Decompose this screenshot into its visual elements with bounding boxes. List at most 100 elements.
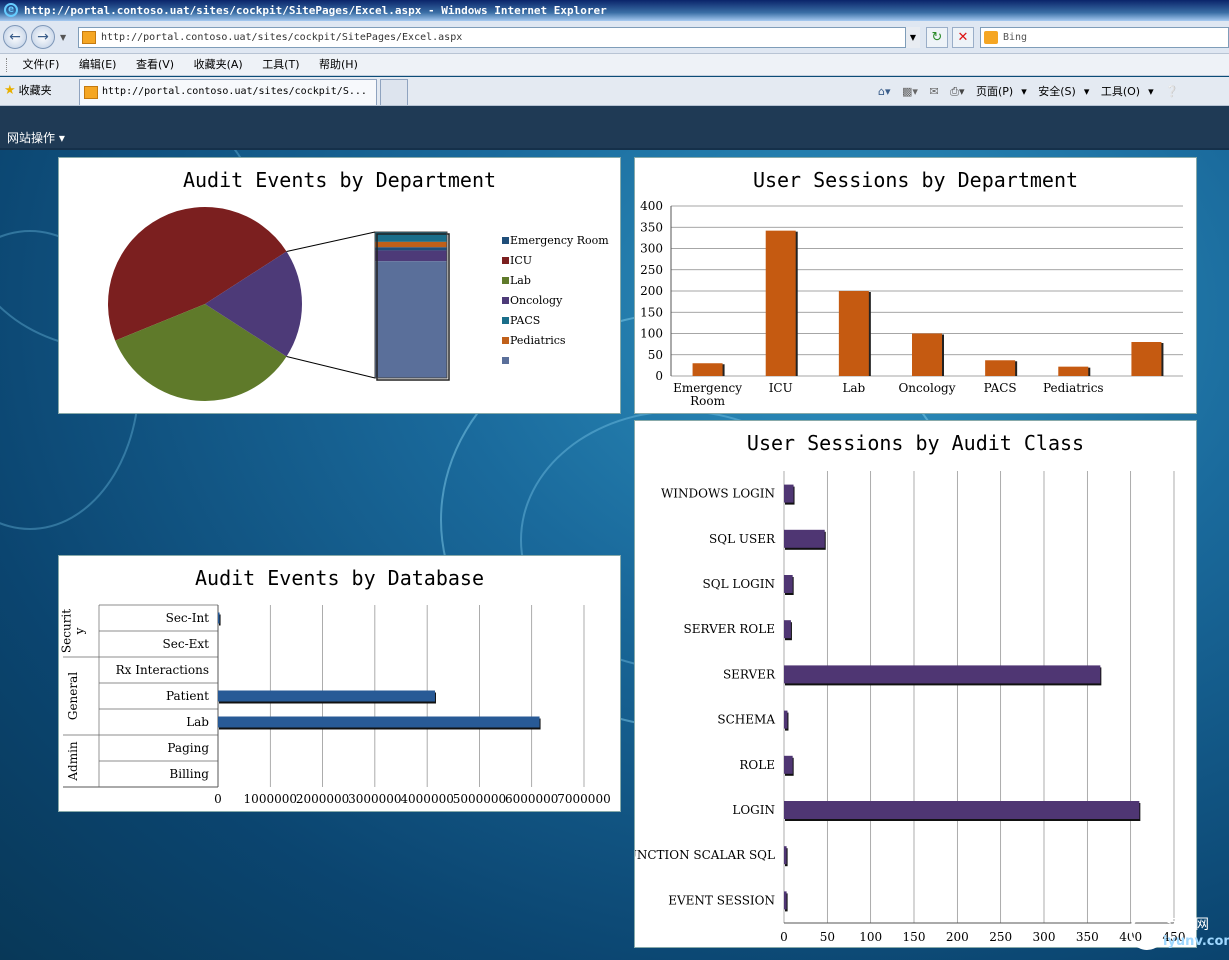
bar — [784, 484, 794, 503]
mail-icon[interactable]: ✉ — [929, 85, 938, 98]
chart-user-sessions-by-department: 0 50 100 150 200 250 300 350 400 Emergency Room ICU… — [634, 157, 1197, 414]
x-tick-label: 7000000 — [557, 792, 610, 806]
bar — [985, 360, 1016, 376]
tools-menu[interactable]: 工具(O) ▾ — [1101, 85, 1154, 98]
y-tick-label: 300 — [640, 242, 663, 256]
x-tick-label: ICU — [769, 381, 793, 395]
x-tick-label: 250 — [989, 930, 1012, 944]
legend-swatch — [502, 357, 509, 364]
x-tick-label: 150 — [903, 930, 926, 944]
y-tick-label: Paging — [167, 741, 209, 755]
feeds-icon[interactable]: ▩▾ — [902, 85, 918, 98]
bar — [218, 612, 220, 624]
x-tick-label: PACS — [984, 381, 1017, 395]
menu-help[interactable]: 帮助(H) — [311, 54, 366, 76]
site-actions-menu[interactable]: 网站操作 ▾ — [7, 129, 65, 146]
legend-swatch — [502, 277, 509, 284]
y-tick-label: WINDOWS LOGIN — [661, 487, 775, 501]
legend-label: Emergency Room — [510, 234, 609, 247]
connector-line — [286, 231, 376, 252]
back-arrow-icon[interactable]: ← — [3, 25, 27, 49]
page-icon — [82, 31, 96, 44]
y-tick-label: Rx Interactions — [116, 663, 209, 677]
bar — [784, 755, 793, 774]
chart-title: Audit Events by Database — [195, 566, 484, 590]
chart-title: User Sessions by Audit Class — [746, 431, 1085, 455]
watermark-cn: 运维网 — [1167, 917, 1209, 933]
bar — [784, 620, 791, 639]
sharepoint-ribbon: 网站操作 ▾ — [0, 106, 1229, 150]
favorites-label: 收藏夹 — [18, 84, 52, 97]
x-tick-label: 6000000 — [505, 792, 558, 806]
toolbar-grip — [6, 58, 9, 72]
forward-arrow-icon[interactable]: → — [31, 25, 55, 49]
group-label: y — [73, 627, 87, 635]
hbar-chart-svg: 0 50 100 150 200 250 300 350 400 450WINDOWS LOGIN… — [635, 471, 1185, 944]
y-tick-label: ROLE — [739, 758, 775, 772]
x-tick-label: 50 — [820, 930, 835, 944]
menu-edit[interactable]: 编辑(E) — [71, 54, 125, 76]
pie-chart-svg: Emergency Room ICU Lab Oncology PACS Pediatri… — [108, 206, 609, 401]
y-tick-label: 250 — [640, 263, 663, 277]
legend-label: ICU — [510, 254, 532, 267]
y-tick-label: 150 — [640, 305, 663, 319]
address-input[interactable]: http://portal.contoso.uat/sites/cockpit/… — [78, 27, 920, 48]
page-menu[interactable]: 页面(P) ▾ — [976, 85, 1027, 98]
stack-segment-emergency-room — [375, 247, 447, 251]
group-label: Securit — [60, 609, 74, 653]
y-tick-label: Sec-Ext — [163, 637, 210, 651]
bar — [912, 333, 942, 376]
menu-tools[interactable]: 工具(T) — [254, 54, 307, 76]
address-toolbar: ← → ▼ http://portal.contoso.uat/sites/co… — [0, 21, 1229, 54]
x-tick-label: 100 — [859, 930, 882, 944]
history-dropdown-icon[interactable]: ▼ — [60, 33, 66, 42]
window-title-bar: e http://portal.contoso.uat/sites/cockpi… — [0, 0, 1229, 21]
y-tick-label: LOGIN — [732, 803, 775, 817]
star-icon: ★ — [4, 83, 16, 98]
y-tick-label: 400 — [640, 199, 663, 213]
x-tick-label: 200 — [946, 930, 969, 944]
chart-user-sessions-by-audit-class: 0 50 100 150 200 250 300 350 400 450 WINDOWS LOGIN… — [634, 420, 1197, 948]
help-icon[interactable]: ❔ — [1165, 85, 1179, 98]
print-icon[interactable]: ⎙▾ — [950, 85, 964, 98]
y-tick-label: SERVER — [723, 667, 776, 681]
stop-icon[interactable]: ✕ — [952, 27, 974, 48]
command-bar: ⌂▾ ▩▾ ✉ ⎙▾ 页面(P) ▾ 安全(S) ▾ 工具(O) ▾ ❔ — [878, 83, 1187, 101]
favorites-button[interactable]: ★ 收藏夹 — [4, 82, 52, 100]
menu-view[interactable]: 查看(V) — [128, 54, 182, 76]
address-dropdown-icon[interactable]: ▼ — [905, 27, 920, 48]
x-tick-label: 4000000 — [400, 792, 453, 806]
group-label: Admin — [66, 741, 80, 782]
y-tick-label: SQL USER — [709, 532, 776, 546]
home-icon[interactable]: ⌂▾ — [878, 85, 891, 98]
browser-tab[interactable]: http://portal.contoso.uat/sites/cockpit/… — [79, 79, 377, 105]
menu-favorites[interactable]: 收藏夹(A) — [186, 54, 251, 76]
chart-title: Audit Events by Department — [182, 168, 497, 192]
chart-title: User Sessions by Department — [752, 168, 1079, 192]
bar — [218, 716, 540, 728]
y-tick-label: EVENT SESSION — [668, 893, 775, 907]
safety-menu[interactable]: 安全(S) ▾ — [1038, 85, 1089, 98]
x-tick-label: 300 — [1033, 930, 1056, 944]
x-tick-label: Lab — [842, 381, 865, 395]
address-url: http://portal.contoso.uat/sites/cockpit/… — [101, 32, 463, 43]
menu-file[interactable]: 文件(F) — [15, 54, 68, 76]
legend-swatch — [502, 257, 509, 264]
new-tab-button[interactable] — [380, 79, 408, 105]
y-tick-label: 200 — [640, 284, 663, 298]
legend-swatch — [502, 317, 509, 324]
search-placeholder: Bing — [1003, 32, 1028, 43]
x-tick-label: 5000000 — [453, 792, 506, 806]
db-chart-svg: 0 100000020000003000000400000050000006000… — [60, 604, 611, 806]
y-tick-label: Billing — [169, 767, 209, 781]
legend-label: Oncology — [510, 294, 563, 307]
x-tick-label: 3000000 — [348, 792, 401, 806]
bar — [784, 801, 1140, 819]
stack-segment-blank — [375, 261, 447, 378]
refresh-icon[interactable]: ↻ — [926, 27, 948, 48]
search-input[interactable]: Bing — [980, 27, 1229, 48]
x-tick-label: Room — [690, 394, 725, 408]
favorites-bar: ★ 收藏夹 http://portal.contoso.uat/sites/coc… — [0, 77, 1229, 106]
legend-label: Pediatrics — [510, 334, 566, 347]
y-tick-label: Sec-Int — [166, 611, 210, 625]
